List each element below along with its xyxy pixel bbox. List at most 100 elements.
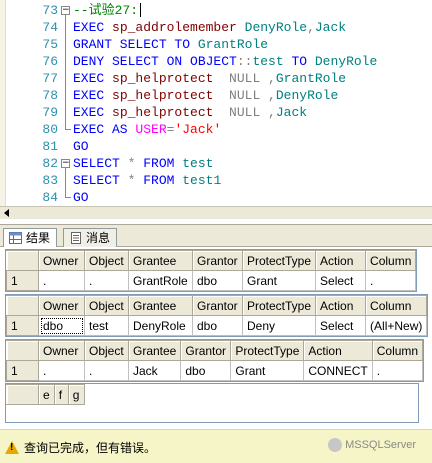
- table-row[interactable]: 1 . . Jack dbo Grant CONNECT .: [6, 360, 424, 381]
- code-line[interactable]: 77 EXEC sp_helprotect NULL ,GrantRole: [0, 70, 432, 87]
- row-number[interactable]: 1: [6, 315, 39, 336]
- grid-cell[interactable]: .: [371, 360, 424, 381]
- line-number: 78: [42, 88, 58, 103]
- tab-results[interactable]: 结果: [3, 228, 58, 248]
- grid-cell[interactable]: Select: [315, 270, 367, 291]
- line-number: 81: [42, 139, 58, 154]
- code-line[interactable]: 83 SELECT * FROM test1: [0, 172, 432, 189]
- code-line[interactable]: 80 EXEC AS USER='Jack': [0, 121, 432, 138]
- grid-cell[interactable]: Deny: [241, 315, 317, 336]
- result-grid[interactable]: e f g: [5, 383, 419, 423]
- table-row[interactable]: 1 . . GrantRole dbo Grant Select .: [6, 270, 417, 291]
- fold-marker: [60, 189, 71, 206]
- table-row[interactable]: 1 dbo test DenyRole dbo Deny Select (All…: [6, 315, 428, 336]
- code-text[interactable]: GO: [73, 138, 89, 155]
- code-line[interactable]: 82− SELECT * FROM test: [0, 155, 432, 172]
- grid-cell[interactable]: .: [38, 270, 85, 291]
- column-header[interactable]: Object: [84, 250, 129, 271]
- code-text[interactable]: GO: [73, 189, 89, 206]
- code-line[interactable]: 81 GO: [0, 138, 432, 155]
- code-editor[interactable]: 73− --试验27: 74 EXEC sp_addrolemember DenyRo…: [0, 0, 432, 206]
- grid-cell[interactable]: dbo: [192, 315, 243, 336]
- column-header[interactable]: Object: [84, 340, 129, 361]
- corner-cell: [6, 340, 39, 361]
- grid-cell[interactable]: .: [84, 360, 129, 381]
- line-number: 76: [42, 54, 58, 69]
- column-header[interactable]: Grantor: [192, 250, 243, 271]
- grid-cell[interactable]: .: [38, 360, 85, 381]
- row-number[interactable]: 1: [6, 270, 39, 291]
- grid-cell[interactable]: GrantRole: [128, 270, 193, 291]
- grid-cell[interactable]: Grant: [230, 360, 305, 381]
- code-line[interactable]: 74 EXEC sp_addrolemember DenyRole,Jack: [0, 19, 432, 36]
- column-header[interactable]: Grantee: [128, 250, 193, 271]
- code-text[interactable]: GRANT SELECT TO GrantRole: [73, 36, 268, 53]
- column-header[interactable]: Column: [365, 250, 417, 271]
- column-header[interactable]: Grantee: [127, 340, 182, 361]
- code-text[interactable]: EXEC sp_helprotect NULL ,GrantRole: [73, 70, 346, 87]
- column-header[interactable]: Column: [365, 295, 428, 316]
- column-header[interactable]: Object: [84, 295, 129, 316]
- column-header[interactable]: ProtectType: [241, 295, 317, 316]
- row-number[interactable]: 1: [6, 360, 39, 381]
- tab-results-label: 结果: [26, 231, 51, 245]
- code-line[interactable]: 73− --试验27:: [0, 2, 432, 19]
- fold-marker: [60, 172, 70, 189]
- code-line[interactable]: 84 GO: [0, 189, 432, 206]
- grid-cell[interactable]: (All+New): [365, 315, 428, 336]
- grid-cell[interactable]: dbo: [192, 270, 243, 291]
- code-text[interactable]: EXEC sp_helprotect NULL ,DenyRole: [73, 87, 338, 104]
- code-line[interactable]: 75 GRANT SELECT TO GrantRole: [0, 36, 432, 53]
- column-header[interactable]: f: [53, 384, 69, 405]
- code-line[interactable]: 79 EXEC sp_helprotect NULL ,Jack: [0, 104, 432, 121]
- column-header[interactable]: ProtectType: [241, 250, 317, 271]
- fold-marker: [60, 87, 70, 104]
- grid-header-row: Owner Object Grantee Grantor ProtectType…: [6, 340, 424, 361]
- grid-cell[interactable]: CONNECT: [303, 360, 373, 381]
- grid-cell[interactable]: DenyRole: [128, 315, 193, 336]
- column-header[interactable]: g: [67, 384, 85, 405]
- column-header[interactable]: Owner: [38, 295, 85, 316]
- code-text[interactable]: SELECT * FROM test1: [73, 172, 221, 189]
- result-grid[interactable]: Owner Object Grantee Grantor ProtectType…: [5, 294, 429, 337]
- collapse-icon[interactable]: −: [61, 6, 70, 15]
- column-header[interactable]: Grantor: [192, 295, 243, 316]
- column-header[interactable]: Action: [315, 250, 367, 271]
- code-text[interactable]: --试验27:: [73, 2, 138, 19]
- fold-marker: [60, 53, 70, 70]
- corner-cell: [6, 295, 39, 316]
- code-text[interactable]: EXEC sp_helprotect NULL ,Jack: [73, 104, 307, 121]
- result-grid[interactable]: Owner Object Grantee Grantor ProtectType…: [5, 339, 425, 382]
- code-text[interactable]: EXEC sp_addrolemember DenyRole,Jack: [73, 19, 346, 36]
- grid-cell[interactable]: Grant: [241, 270, 317, 291]
- watermark-text: MSSQLServer: [345, 438, 416, 451]
- column-header[interactable]: Grantee: [128, 295, 193, 316]
- tab-messages[interactable]: 消息: [63, 228, 118, 248]
- result-grid[interactable]: Owner Object Grantee Grantor ProtectType…: [5, 249, 418, 292]
- column-header[interactable]: Action: [315, 295, 367, 316]
- code-text[interactable]: EXEC AS USER='Jack': [73, 121, 221, 138]
- grid-cell[interactable]: .: [84, 270, 129, 291]
- column-header[interactable]: Owner: [38, 250, 85, 271]
- column-header[interactable]: Action: [303, 340, 373, 361]
- column-header[interactable]: Column: [371, 340, 424, 361]
- grid-cell[interactable]: Select: [315, 315, 367, 336]
- column-header[interactable]: e: [38, 384, 55, 405]
- code-text[interactable]: DENY SELECT ON OBJECT::test TO DenyRole: [73, 53, 377, 70]
- collapse-icon[interactable]: −: [61, 159, 70, 168]
- code-line[interactable]: 78 EXEC sp_helprotect NULL ,DenyRole: [0, 87, 432, 104]
- grid-cell[interactable]: dbo: [180, 360, 232, 381]
- grid-cell[interactable]: .: [365, 270, 417, 291]
- fold-marker: [60, 70, 70, 87]
- results-tabbar: 结果 消息: [0, 224, 432, 248]
- horizontal-scrollbar[interactable]: [0, 206, 432, 219]
- column-header[interactable]: ProtectType: [230, 340, 305, 361]
- column-header[interactable]: Grantor: [180, 340, 232, 361]
- grid-cell[interactable]: dbo: [38, 315, 85, 336]
- grid-cell[interactable]: Jack: [127, 360, 182, 381]
- grid-cell[interactable]: test: [84, 315, 129, 336]
- code-text[interactable]: SELECT * FROM test: [73, 155, 213, 172]
- scroll-left-icon[interactable]: [4, 209, 9, 217]
- column-header[interactable]: Owner: [38, 340, 85, 361]
- code-line[interactable]: 76 DENY SELECT ON OBJECT::test TO DenyRol…: [0, 53, 432, 70]
